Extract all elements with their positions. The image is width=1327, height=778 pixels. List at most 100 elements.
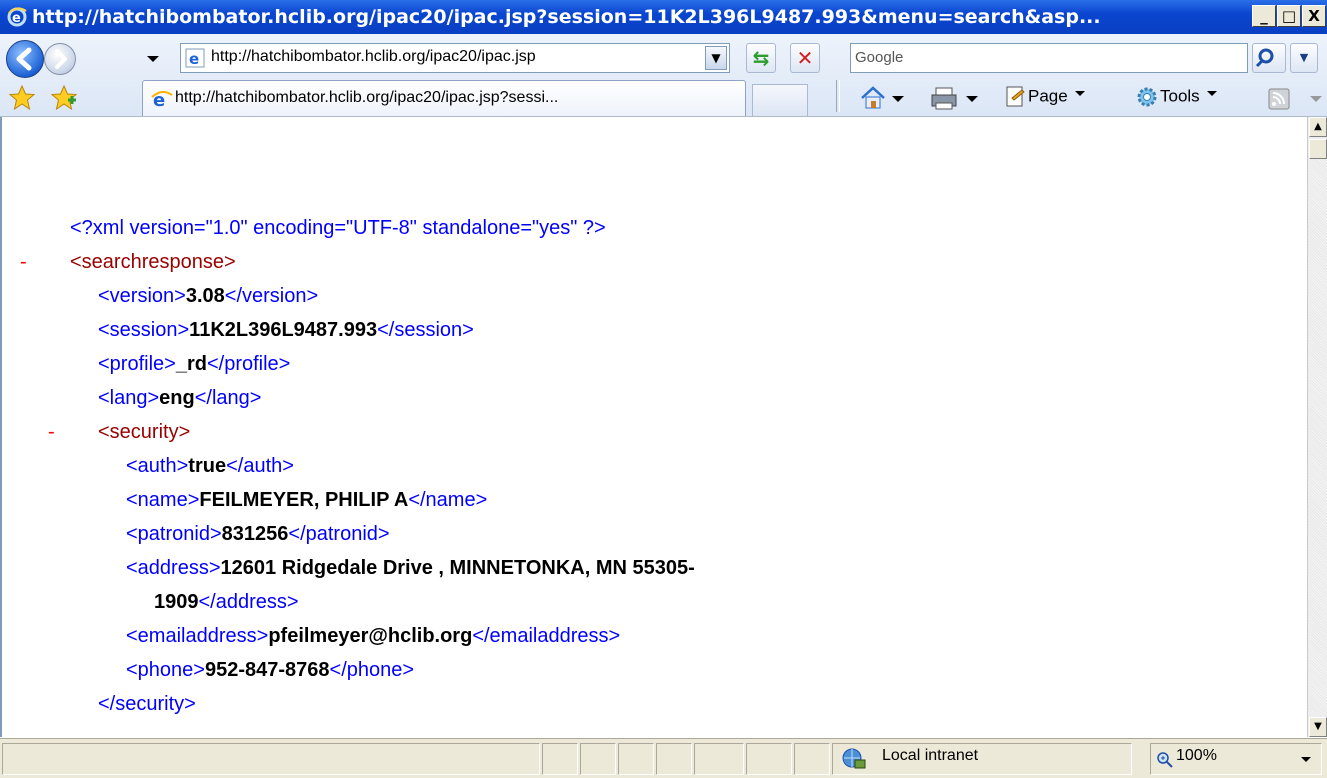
- tag-security-open: <security>: [98, 421, 191, 443]
- xml-element-address-cont: 1909</address>: [154, 591, 299, 614]
- search-button[interactable]: [1252, 43, 1286, 73]
- feeds-button[interactable]: [1266, 84, 1322, 117]
- tag-open: <lang>: [98, 387, 160, 409]
- address-value-line1: 12601 Ridgedale Drive , MINNETONKA, MN 5…: [220, 557, 695, 579]
- stop-button[interactable]: ✕: [790, 43, 820, 73]
- tag-open: <auth>: [126, 455, 189, 477]
- address-bar[interactable]: e http://hatchibombator.hclib.org/ipac20…: [180, 43, 730, 73]
- status-pane: [656, 743, 692, 775]
- home-button[interactable]: [858, 84, 906, 117]
- page-icon: e: [185, 48, 205, 72]
- profile-value: _rd: [175, 353, 207, 375]
- favorites-star-icon[interactable]: [8, 84, 36, 116]
- tag-open: <phone>: [126, 659, 205, 681]
- search-input[interactable]: Google: [850, 43, 1248, 73]
- tools-menu-label: Tools: [1160, 86, 1200, 106]
- email-value: pfeilmeyer@hclib.org: [268, 625, 473, 647]
- toolbar-divider: [836, 80, 840, 112]
- status-pane: [542, 743, 578, 775]
- phone-value: 952-847-8768: [204, 659, 330, 681]
- title-bar: e http://hatchibombator.hclib.org/ipac20…: [0, 0, 1327, 34]
- collapse-toggle[interactable]: -: [48, 421, 55, 444]
- scroll-thumb[interactable]: [1309, 139, 1327, 159]
- status-pane: [746, 743, 792, 775]
- xml-element-emailaddress: <emailaddress>pfeilmeyer@hclib.org</emai…: [126, 625, 620, 648]
- tag-open: <profile>: [98, 353, 176, 375]
- version-value: 3.08: [185, 285, 225, 307]
- tools-menu-button[interactable]: Tools: [1134, 84, 1220, 110]
- xml-declaration: <?xml version="1.0" encoding="UTF-8" sta…: [70, 217, 606, 239]
- address-value-line2: 1909: [154, 591, 199, 613]
- tab-active[interactable]: e http://hatchibombator.hclib.org/ipac20…: [142, 80, 746, 116]
- minimize-button[interactable]: _: [1252, 5, 1276, 27]
- new-tab-button[interactable]: [752, 84, 808, 116]
- maximize-button[interactable]: □: [1277, 5, 1301, 27]
- xml-element-session: <session>11K2L396L9487.993</session>: [98, 319, 474, 342]
- tag-searchresponse-open: <searchresponse>: [70, 251, 236, 273]
- tag-close: </session>: [377, 319, 474, 341]
- name-value: FEILMEYER, PHILIP A: [199, 489, 409, 511]
- tag-security-close: </security>: [98, 693, 196, 715]
- search-icon: [1255, 48, 1274, 68]
- security-zone-pane[interactable]: [832, 743, 1132, 775]
- chevron-down-icon: [1207, 91, 1218, 97]
- tag-close: </name>: [408, 489, 488, 511]
- back-button[interactable]: [6, 40, 44, 78]
- xml-element-phone: <phone>952-847-8768</phone>: [126, 659, 414, 682]
- tag-close: </phone>: [329, 659, 415, 681]
- xml-element-address: <address>12601 Ridgedale Drive , MINNETO…: [126, 557, 695, 580]
- svg-text:e: e: [189, 50, 199, 68]
- collapse-toggle[interactable]: -: [20, 251, 27, 274]
- search-placeholder: Google: [855, 49, 904, 66]
- gear-icon: [1137, 87, 1157, 107]
- xml-element-searchresponse: <searchresponse>: [70, 251, 236, 274]
- navigation-bar: e http://hatchibombator.hclib.org/ipac20…: [0, 34, 1327, 117]
- chevron-down-icon: [1075, 91, 1086, 97]
- security-zone-label: Local intranet: [882, 747, 979, 764]
- tag-close: </lang>: [194, 387, 262, 409]
- page-menu-button[interactable]: Page: [1004, 84, 1088, 110]
- address-dropdown-icon[interactable]: ▼: [705, 46, 727, 70]
- intranet-globe-icon: [842, 748, 866, 769]
- tag-close: </auth>: [226, 455, 294, 477]
- xml-element-name: <name>FEILMEYER, PHILIP A</name>: [126, 489, 487, 512]
- add-favorites-icon[interactable]: [50, 84, 78, 116]
- xml-element-profile: <profile>_rd</profile>: [98, 353, 290, 376]
- address-text[interactable]: http://hatchibombator.hclib.org/ipac20/i…: [211, 48, 536, 66]
- tag-open: <name>: [126, 489, 200, 511]
- page-icon: [1006, 86, 1025, 107]
- status-pane: [618, 743, 654, 775]
- search-options-dropdown[interactable]: ▼: [1290, 43, 1318, 73]
- xml-element-lang: <lang>eng</lang>: [98, 387, 261, 410]
- tag-open: <patronid>: [126, 523, 222, 545]
- tag-close: </version>: [224, 285, 319, 307]
- status-bar: Local intranet 100%: [0, 738, 1327, 778]
- history-dropdown-icon[interactable]: [146, 54, 160, 64]
- tab-label: http://hatchibombator.hclib.org/ipac20/i…: [175, 89, 559, 106]
- auth-value: true: [188, 455, 227, 477]
- refresh-icon: ⇆: [752, 46, 770, 70]
- chevron-down-icon[interactable]: [1299, 754, 1313, 766]
- session-value: 11K2L396L9487.993: [189, 319, 378, 341]
- tag-open: <version>: [98, 285, 186, 307]
- tag-close: </profile>: [206, 353, 291, 375]
- patronid-value: 831256: [221, 523, 289, 545]
- ie-logo-icon: e: [6, 5, 28, 31]
- refresh-button[interactable]: ⇆: [746, 43, 776, 73]
- forward-arrow-icon: [55, 49, 67, 69]
- status-text-pane: [2, 743, 540, 775]
- scroll-down-icon[interactable]: ▼: [1309, 717, 1327, 737]
- xml-element-security: <security>: [98, 421, 190, 444]
- tag-open: <emailaddress>: [126, 625, 269, 647]
- forward-button[interactable]: [44, 43, 76, 75]
- close-button[interactable]: X: [1302, 5, 1326, 27]
- print-button[interactable]: [930, 84, 980, 117]
- vertical-scrollbar[interactable]: ▲ ▼: [1307, 117, 1327, 737]
- recent-pages-dropdown[interactable]: [84, 52, 159, 75]
- tab-ie-icon: e: [151, 89, 173, 113]
- tag-open: <session>: [98, 319, 190, 341]
- status-pane: [694, 743, 744, 775]
- zoom-level: 100%: [1176, 747, 1217, 764]
- page-menu-label: Page: [1028, 86, 1068, 106]
- scroll-up-icon[interactable]: ▲: [1309, 117, 1327, 137]
